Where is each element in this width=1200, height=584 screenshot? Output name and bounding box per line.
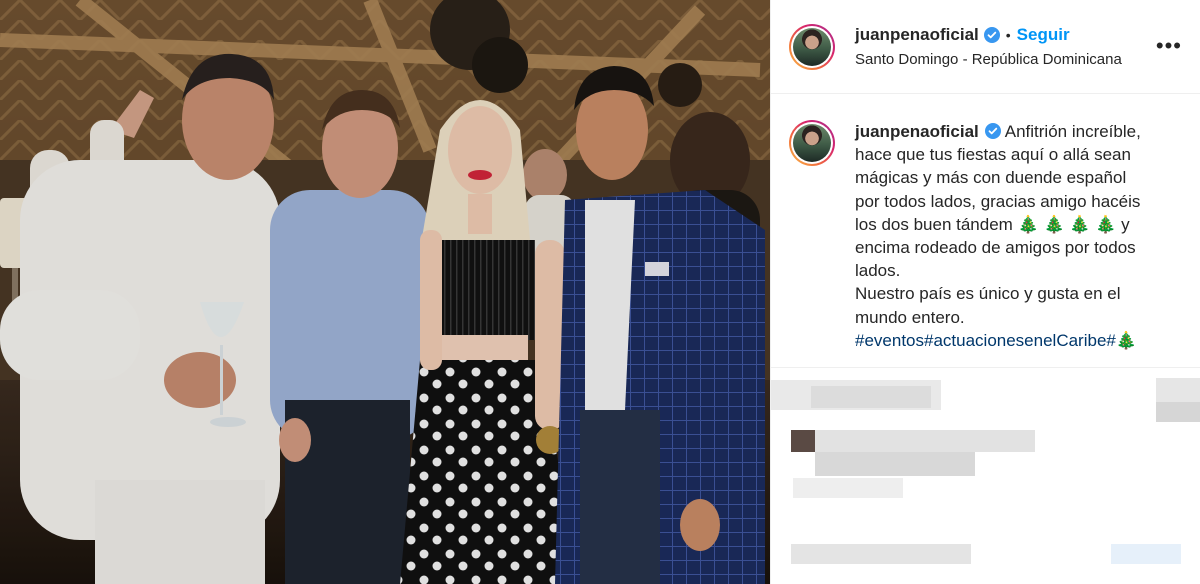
profile-avatar[interactable] xyxy=(789,23,835,70)
caption-line: Anfitrión increíble, xyxy=(1004,122,1141,141)
party-photo-illustration xyxy=(0,0,770,584)
caption-block: juanpenaoficial Anfitrión increíble, hace… xyxy=(771,94,1200,368)
caption-line: por todos lados, gracias amigo hacéis xyxy=(855,191,1141,211)
post-header: juanpenaoficial • Seguir Santo Domingo -… xyxy=(771,0,1200,94)
more-options-icon[interactable]: ••• xyxy=(1156,35,1182,57)
verified-badge-icon xyxy=(984,123,1001,139)
hashtag-links[interactable]: #eventos#actuacionesenelCaribe#🎄 xyxy=(855,331,1137,350)
location-link[interactable]: Santo Domingo - República Dominicana xyxy=(855,51,1122,68)
username-link[interactable]: juanpenaoficial xyxy=(855,25,979,45)
verified-badge-icon xyxy=(983,27,1000,43)
caption-line: encima rodeado de amigos por todos xyxy=(855,238,1136,258)
header-text: juanpenaoficial • Seguir Santo Domingo -… xyxy=(855,25,1122,68)
caption-line: los dos buen tándem 🎄 🎄 🎄 🎄 y xyxy=(855,214,1130,234)
instagram-post: juanpenaoficial • Seguir Santo Domingo -… xyxy=(0,0,1200,584)
caption-line: mundo entero. xyxy=(855,307,965,327)
caption-line: mágicas y más con duende español xyxy=(855,168,1127,188)
post-photo[interactable] xyxy=(0,0,770,584)
caption-line: lados. xyxy=(855,261,901,281)
caption-line: Nuestro país es único y gusta en el xyxy=(855,284,1121,304)
pixelated-comments xyxy=(771,368,1200,584)
caption-text: juanpenaoficial Anfitrión increíble, hace… xyxy=(855,120,1165,367)
caption-line: hace que tus fiestas aquí o allá sean xyxy=(855,145,1131,165)
caption-avatar[interactable] xyxy=(789,120,835,166)
avatar-image xyxy=(793,27,831,66)
follow-button[interactable]: Seguir xyxy=(1017,25,1070,45)
caption-username-link[interactable]: juanpenaoficial xyxy=(855,122,979,141)
post-sidebar: juanpenaoficial • Seguir Santo Domingo -… xyxy=(770,0,1200,584)
avatar-image xyxy=(793,124,831,162)
separator-dot: • xyxy=(1005,27,1011,43)
